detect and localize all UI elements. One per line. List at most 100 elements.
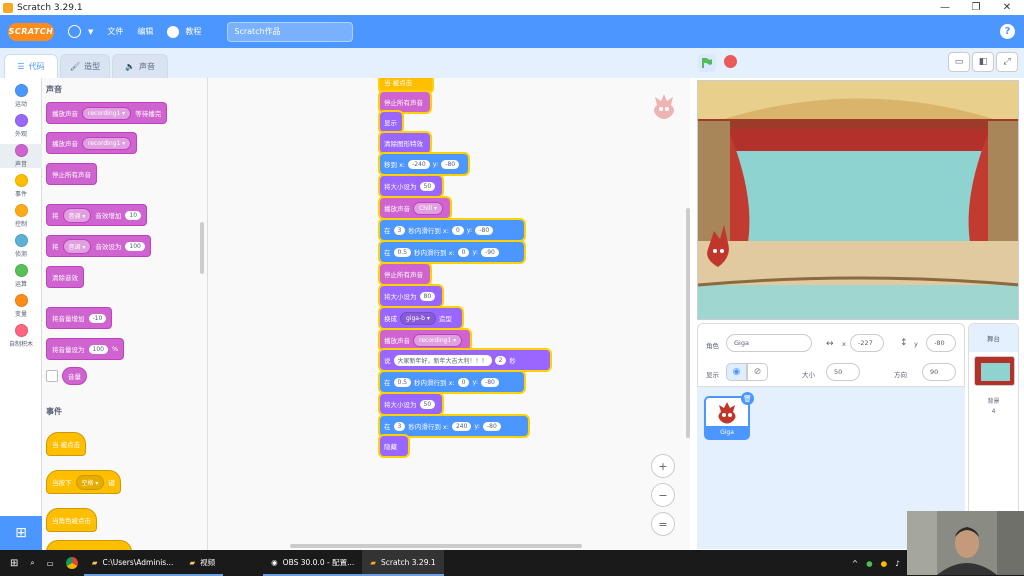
start-sound-block[interactable]: 播放声音 Chill ▾ xyxy=(380,198,450,218)
say-for-secs-block[interactable]: 说 大家新年好，新年大吉大利！！！ 2 秒 xyxy=(380,350,550,370)
change-effect-block[interactable]: 将 音调 ▾ 音效增加 10 xyxy=(46,204,148,226)
play-sound-until-done-block[interactable]: 播放声音 recording1 ▾ 等待播完 xyxy=(46,102,168,124)
show-block[interactable]: 显示 xyxy=(380,112,402,132)
y-input[interactable]: -80 xyxy=(481,377,499,387)
normal-stage-button[interactable]: ◧ xyxy=(972,52,994,72)
task-view-button[interactable]: ▭ xyxy=(41,550,60,576)
size-input[interactable]: 80 xyxy=(419,291,436,301)
number-input[interactable]: 100 xyxy=(125,241,145,251)
sound-dropdown[interactable]: recording1 ▾ xyxy=(82,136,132,150)
hat-block-partial[interactable]: 当 被点击 xyxy=(380,78,432,92)
go-to-xy-block[interactable]: 移到 x: -240 y: -80 xyxy=(380,154,468,174)
search-button[interactable]: ⌕ xyxy=(24,550,40,576)
start-sound-block[interactable]: 播放声音 recording1 ▾ xyxy=(380,330,470,350)
workspace-horizontal-scrollbar[interactable] xyxy=(290,544,582,548)
taskbar-scratch[interactable]: ▰ Scratch 3.29.1 xyxy=(362,550,444,576)
y-input[interactable]: -80 xyxy=(482,421,501,431)
file-menu[interactable]: 文件 xyxy=(107,15,123,48)
zoom-out-button[interactable]: − xyxy=(651,483,675,507)
set-volume-block[interactable]: 将音量设为 100 % xyxy=(46,338,125,360)
x-input[interactable]: 0 xyxy=(457,247,470,257)
x-input[interactable]: 240 xyxy=(451,421,472,431)
category-7[interactable]: 变量 xyxy=(0,294,42,318)
category-8[interactable]: 自制积木 xyxy=(0,324,42,348)
chrome-button[interactable] xyxy=(60,550,84,576)
edit-menu[interactable]: 编辑 xyxy=(137,15,153,48)
taskbar-obs[interactable]: ◉ OBS 30.0.0 - 配置... xyxy=(263,550,363,576)
set-size-block[interactable]: 将大小设为 50 xyxy=(380,176,442,196)
glide-block[interactable]: 在 0.5 秒内滑行到 x: 0 y: -90 xyxy=(380,242,524,262)
clear-graphic-effects-block[interactable]: 清除图形特效 xyxy=(380,133,430,153)
glide-block[interactable]: 在 3 秒内滑行到 x: 0 y: -80 xyxy=(380,220,524,240)
y-input[interactable]: -90 xyxy=(481,247,499,257)
stop-all-sounds-block[interactable]: 停止所有声音 xyxy=(380,92,430,112)
taskbar-explorer[interactable]: ▰ C:\Users\Adminis... xyxy=(83,550,182,576)
project-title-input[interactable]: Scratch作品 xyxy=(227,21,354,42)
glide-block[interactable]: 在 3 秒内滑行到 x: 240 y: -80 xyxy=(380,416,528,436)
size-input[interactable]: 50 xyxy=(826,363,860,381)
category-5[interactable]: 侦测 xyxy=(0,234,42,258)
message-input[interactable]: 大家新年好，新年大吉大利！！！ xyxy=(393,354,492,366)
delete-sprite-button[interactable]: 🗑 xyxy=(741,392,754,405)
tab-code[interactable]: ☰ 代码 xyxy=(4,54,58,78)
scratch-logo[interactable]: SCRATCH xyxy=(8,22,54,41)
change-volume-block[interactable]: 将音量增加 -10 xyxy=(46,307,113,329)
tab-costumes[interactable]: 🖌 造型 xyxy=(60,54,110,78)
number-input[interactable]: -10 xyxy=(88,313,107,323)
start-sound-block[interactable]: 播放声音 recording1 ▾ xyxy=(46,132,138,154)
zoom-reset-button[interactable]: = xyxy=(651,512,675,536)
x-input[interactable]: -227 xyxy=(850,334,884,352)
sound-dropdown[interactable]: Chill ▾ xyxy=(413,201,443,215)
glide-block[interactable]: 在 0.5 秒内滑行到 x: 0 y: -80 xyxy=(380,372,524,392)
tab-sounds[interactable]: 🔈 声音 xyxy=(112,54,168,78)
category-1[interactable]: 外观 xyxy=(0,114,42,138)
category-2[interactable]: 声音 xyxy=(0,144,42,168)
script-workspace[interactable]: 当 被点击 停止所有声音 显示 清除图形特效 移到 x: -240 y: -80… xyxy=(208,78,690,550)
seconds-input[interactable]: 2 xyxy=(494,355,507,365)
sprite-thumbnail[interactable]: Giga 🗑 xyxy=(704,392,754,440)
set-size-block[interactable]: 将大小设为 80 xyxy=(380,286,442,306)
effect-dropdown[interactable]: 音调 ▾ xyxy=(62,207,92,223)
restore-button[interactable]: ❐ xyxy=(961,0,991,15)
set-effect-block[interactable]: 将 音调 ▾ 音效设为 100 xyxy=(46,235,151,257)
fullscreen-button[interactable]: ⤢ xyxy=(996,52,1018,72)
start-button[interactable]: ⊞ xyxy=(0,550,24,576)
number-input[interactable]: 100 xyxy=(88,344,108,354)
size-input[interactable]: 50 xyxy=(419,399,436,409)
sprite-name-input[interactable]: Giga xyxy=(726,334,812,352)
stop-all-sounds-block[interactable]: 停止所有声音 xyxy=(46,163,97,185)
event-block-partial[interactable] xyxy=(46,540,132,550)
stage-canvas[interactable] xyxy=(697,80,1019,320)
minimize-button[interactable]: — xyxy=(930,0,960,15)
stop-button[interactable] xyxy=(724,55,737,68)
language-menu[interactable]: ▼ xyxy=(68,15,93,48)
stop-all-sounds-block[interactable]: 停止所有声音 xyxy=(380,264,430,284)
y-input[interactable]: -80 xyxy=(926,334,956,352)
size-input[interactable]: 50 xyxy=(419,181,436,191)
category-0[interactable]: 运动 xyxy=(0,84,42,108)
seconds-input[interactable]: 0.5 xyxy=(393,247,412,257)
when-flag-clicked-block[interactable]: 当 被点击 xyxy=(46,432,87,456)
small-stage-button[interactable]: ▭ xyxy=(948,52,970,72)
zoom-in-button[interactable]: + xyxy=(651,454,675,478)
switch-costume-block[interactable]: 换成 giga-b ▾ 造型 xyxy=(380,308,462,328)
costume-dropdown[interactable]: giga-b ▾ xyxy=(400,311,436,325)
add-extension-button[interactable]: ⊞ xyxy=(0,516,42,550)
green-flag-button[interactable] xyxy=(698,54,716,72)
hide-sprite-button[interactable]: ⊘ xyxy=(747,363,768,381)
volume-monitor-checkbox[interactable] xyxy=(46,370,58,382)
seconds-input[interactable]: 3 xyxy=(393,225,406,235)
sound-dropdown[interactable]: recording1 ▾ xyxy=(82,106,132,120)
number-input[interactable]: 10 xyxy=(125,210,142,220)
tutorials-menu[interactable]: 教程 xyxy=(167,15,201,48)
clear-effects-block[interactable]: 清除音效 xyxy=(46,266,84,288)
x-input[interactable]: -240 xyxy=(408,159,430,169)
when-key-pressed-block[interactable]: 当按下 空格 ▾ 键 xyxy=(46,470,121,494)
help-button[interactable]: ? xyxy=(1000,24,1015,39)
when-sprite-clicked-block[interactable]: 当角色被点击 xyxy=(46,508,97,532)
category-4[interactable]: 控制 xyxy=(0,204,42,228)
stage-thumbnail[interactable] xyxy=(974,356,1015,386)
show-sprite-button[interactable]: ◉ xyxy=(726,363,747,381)
effect-dropdown[interactable]: 音调 ▾ xyxy=(62,238,92,254)
hide-block[interactable]: 隐藏 xyxy=(380,436,408,456)
